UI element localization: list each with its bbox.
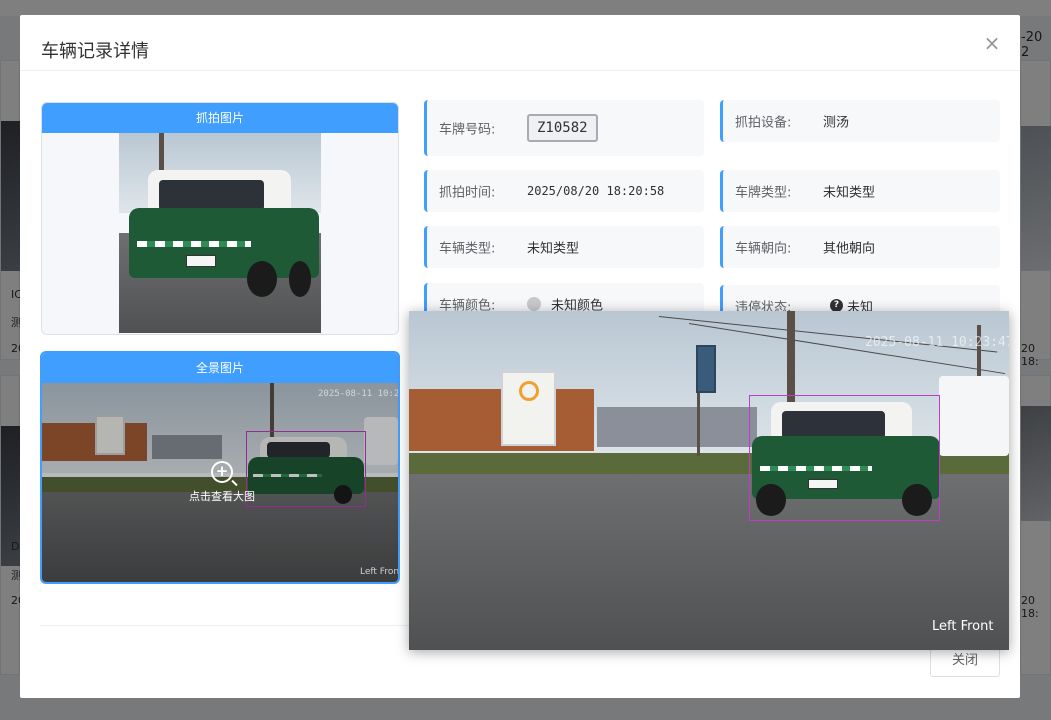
timestamp-watermark: 2025-08-11 10:23:47 <box>318 389 398 399</box>
suv-stripe <box>136 241 251 247</box>
panorama-preview-popup[interactable]: 2025-08-11 10:23:47 Left Front <box>409 311 1009 650</box>
suv-wheel <box>246 261 278 298</box>
plate-type-value: 未知类型 <box>823 185 876 201</box>
white-van <box>939 376 1009 456</box>
field-plate-number: 车牌号码: Z10582 <box>424 100 704 156</box>
plate-number-value: Z10582 <box>527 114 598 142</box>
field-label: 车牌类型: <box>735 185 792 201</box>
capture-image-card[interactable]: 抓拍图片 <box>41 102 399 335</box>
dialog-title: 车辆记录详情 <box>41 41 149 62</box>
zoom-in-icon: + <box>211 461 233 483</box>
field-label: 抓拍设备: <box>735 115 792 131</box>
timestamp-watermark: 2025-08-11 10:23:47 <box>865 335 1009 350</box>
preview-image: 2025-08-11 10:23:47 Left Front <box>409 311 1009 650</box>
utility-pole <box>977 325 981 377</box>
dialog-header-divider <box>20 70 1020 71</box>
road-sign <box>696 345 716 393</box>
vehicle-direction-value: 其他朝向 <box>823 241 876 257</box>
field-vehicle-type: 车辆类型: 未知类型 <box>424 226 704 268</box>
color-swatch <box>527 297 541 311</box>
field-label: 抓拍时间: <box>439 185 496 201</box>
capture-image-header: 抓拍图片 <box>42 103 398 133</box>
field-label: 车牌号码: <box>439 122 496 138</box>
capture-image[interactable] <box>119 133 321 333</box>
camera-label: Left Front <box>932 619 994 634</box>
field-plate-type: 车牌类型: 未知类型 <box>720 170 1000 212</box>
panorama-image-card[interactable]: 全景图片 2025-08-11 10:23:47 Left Front + <box>40 351 400 584</box>
panorama-image[interactable]: 2025-08-11 10:23:47 Left Front + 点击查看大图 <box>42 383 398 582</box>
billboard <box>501 371 556 446</box>
suv-wheel <box>288 261 312 298</box>
police-suv <box>129 163 319 303</box>
suv-plate <box>186 255 217 267</box>
vehicle-bounding-box <box>749 395 940 521</box>
field-capture-time: 抓拍时间: 2025/08/20 18:20:58 <box>424 170 704 212</box>
view-large-label: 点击查看大图 <box>189 490 255 503</box>
field-capture-device: 抓拍设备: 测汤 <box>720 100 1000 142</box>
vehicle-type-value: 未知类型 <box>527 241 580 257</box>
field-vehicle-direction: 车辆朝向: 其他朝向 <box>720 226 1000 268</box>
view-large-hint[interactable]: + 点击查看大图 <box>172 461 272 504</box>
grey-building <box>597 407 757 447</box>
field-label: 车辆类型: <box>439 241 496 257</box>
close-icon[interactable]: × <box>982 33 1002 53</box>
suv-rear-window <box>159 179 264 211</box>
logo-ring <box>519 381 539 401</box>
camera-label: Left Front <box>360 567 398 577</box>
capture-time-value: 2025/08/20 18:20:58 <box>527 184 665 198</box>
field-label: 车辆朝向: <box>735 241 792 257</box>
panorama-image-header: 全景图片 <box>42 353 398 383</box>
capture-device-value: 测汤 <box>823 115 850 131</box>
